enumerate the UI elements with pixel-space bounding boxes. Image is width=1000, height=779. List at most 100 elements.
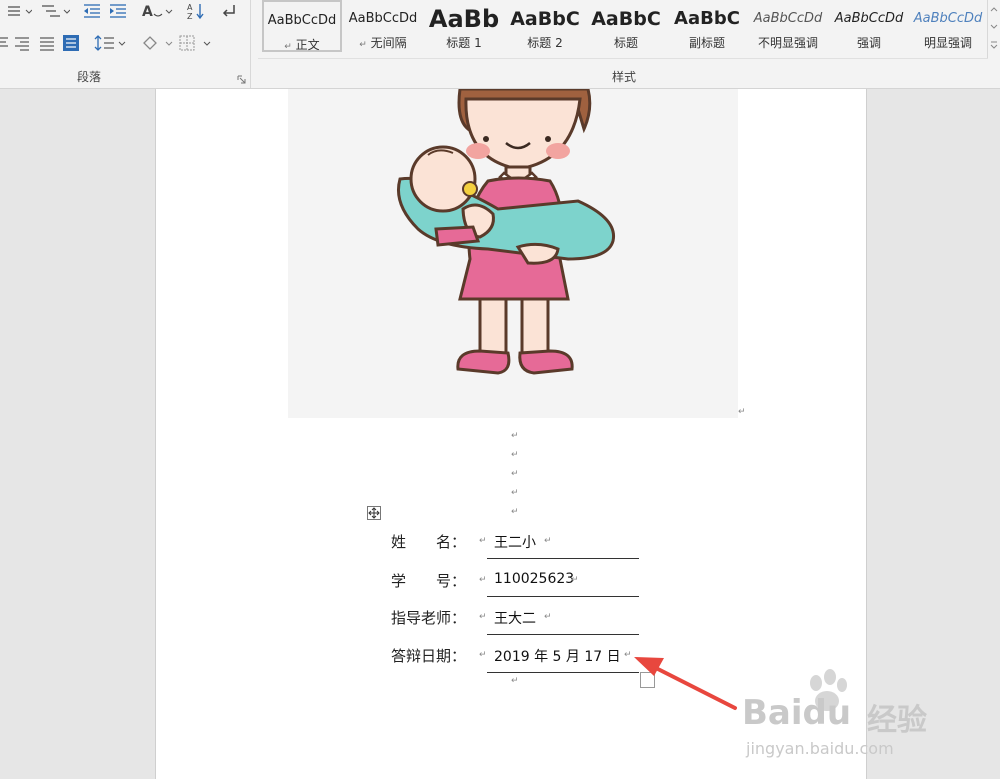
- shading-button[interactable]: [140, 33, 174, 53]
- cartoon-picture[interactable]: [288, 89, 738, 418]
- watermark-brand: Baidu: [742, 693, 852, 733]
- style-title[interactable]: AaBbC 标题: [586, 0, 666, 56]
- ribbon: A AZ 段落 AaBbCcDd ↵ 正文 AaBbCcDd ↵ 无间隔 AaB…: [0, 0, 1000, 89]
- cell-mark: ↵: [479, 536, 487, 546]
- cell-mark: ↵: [544, 536, 552, 546]
- name-label: 姓 名：: [391, 533, 467, 551]
- style-preview: AaBbCcDd: [267, 13, 337, 28]
- distributed-button[interactable]: [61, 33, 81, 53]
- more-styles-icon[interactable]: [988, 38, 1000, 52]
- style-name: ↵ 无间隔: [359, 36, 407, 50]
- sort-button[interactable]: AZ: [185, 1, 207, 21]
- style-preview: AaBbC: [674, 8, 740, 29]
- gallery-scroll[interactable]: [987, 0, 1000, 58]
- style-emphasis[interactable]: AaBbCcDd 强调: [829, 0, 909, 56]
- paragraph-group: A AZ 段落: [0, 0, 251, 88]
- decrease-indent-button[interactable]: [80, 1, 104, 21]
- underline: [487, 634, 639, 635]
- underline: [487, 596, 639, 597]
- advisor-value[interactable]: 王大二: [494, 608, 536, 628]
- align-center-button[interactable]: [12, 33, 32, 53]
- align-right-icon: [15, 37, 29, 51]
- style-name: 强调: [856, 36, 881, 50]
- style-name: 明显强调: [923, 36, 972, 50]
- style-intense-emphasis[interactable]: AaBbCcDd 明显强调: [908, 0, 988, 56]
- style-normal[interactable]: AaBbCcDd ↵ 正文: [262, 0, 342, 52]
- mother-baby-illustration: [397, 89, 616, 375]
- cell-mark: ↵: [571, 575, 579, 585]
- scroll-up-icon[interactable]: [988, 2, 1000, 16]
- style-preview: AaBbC: [591, 8, 661, 30]
- paragraph-mark: ↵: [511, 469, 519, 479]
- style-name: 标题: [613, 36, 638, 50]
- style-heading-2[interactable]: AaBbC 标题 2: [505, 0, 585, 56]
- style-preview: AaBbC: [510, 8, 580, 30]
- justify-button[interactable]: [37, 33, 57, 53]
- bullets-icon: [8, 6, 32, 16]
- paragraph-mark: ↵: [738, 407, 746, 417]
- cell-mark: ↵: [479, 575, 487, 585]
- scroll-down-icon[interactable]: [988, 20, 1000, 34]
- borders-button[interactable]: [178, 33, 214, 53]
- styles-group-label: 样式: [612, 70, 637, 84]
- style-name: 副标题: [688, 36, 725, 50]
- style-name: 标题 1: [446, 36, 482, 50]
- svg-text:A: A: [187, 3, 193, 12]
- watermark-url: jingyan.baidu.com: [746, 739, 894, 758]
- underline: [487, 672, 639, 673]
- chinese-layout-icon: A: [142, 4, 173, 20]
- line-spacing-icon: [94, 35, 126, 51]
- style-name: 不明显强调: [757, 36, 818, 50]
- align-left-button[interactable]: [0, 33, 10, 53]
- style-no-spacing[interactable]: AaBbCcDd ↵ 无间隔: [343, 0, 423, 56]
- advisor-label: 指导老师：: [391, 609, 467, 627]
- student-id-value[interactable]: 110025623: [494, 571, 574, 587]
- defense-date-value[interactable]: 2019 年 5 月 17 日: [494, 646, 621, 666]
- styles-gallery: AaBbCcDd ↵ 正文 AaBbCcDd ↵ 无间隔 AaBb 标题 1 A…: [258, 0, 988, 59]
- align-left-icon: [0, 37, 8, 47]
- style-preview: AaBbCcDd: [834, 11, 904, 26]
- style-subtle-emphasis[interactable]: AaBbCcDd 不明显强调: [748, 0, 828, 56]
- multilevel-list-icon: [42, 5, 70, 17]
- increase-indent-button[interactable]: [106, 1, 130, 21]
- borders-icon: [179, 35, 211, 51]
- table-resize-handle[interactable]: [640, 672, 655, 688]
- styles-group: AaBbCcDd ↵ 正文 AaBbCcDd ↵ 无间隔 AaBb 标题 1 A…: [258, 0, 1000, 88]
- style-preview: AaBbCcDd: [753, 11, 823, 26]
- cell-mark: ↵: [479, 612, 487, 622]
- multilevel-list-button[interactable]: [38, 1, 70, 21]
- paragraph-mark: ↵: [511, 676, 519, 686]
- dialog-launcher-icon[interactable]: [237, 75, 246, 84]
- show-marks-button[interactable]: [218, 1, 240, 21]
- distributed-icon: [63, 35, 79, 51]
- paragraph-mark: ↵: [511, 450, 519, 460]
- chinese-layout-button[interactable]: A: [140, 1, 174, 21]
- style-heading-1[interactable]: AaBb 标题 1: [424, 0, 504, 56]
- decrease-indent-icon: [84, 4, 100, 18]
- style-subtitle[interactable]: AaBbC 副标题: [667, 0, 747, 56]
- bullets-button[interactable]: [0, 1, 34, 21]
- paint-bucket-icon: [143, 36, 173, 50]
- defense-date-label: 答辩日期：: [391, 647, 467, 665]
- style-preview: AaBb: [428, 6, 500, 32]
- svg-text:Z: Z: [187, 12, 193, 20]
- style-preview: AaBbCcDd: [348, 11, 418, 26]
- sort-icon: AZ: [187, 3, 204, 20]
- table-move-handle[interactable]: [367, 506, 381, 520]
- svg-text:A: A: [142, 4, 153, 20]
- name-value[interactable]: 王二小: [494, 532, 536, 552]
- cell-mark: ↵: [479, 650, 487, 660]
- move-arrows-icon: [368, 507, 380, 519]
- student-id-label: 学 号：: [391, 572, 467, 590]
- justify-icon: [40, 37, 54, 51]
- style-preview: AaBbCcDd: [913, 11, 983, 26]
- line-spacing-button[interactable]: [94, 33, 128, 53]
- increase-indent-icon: [110, 4, 126, 18]
- paragraph-group-label: 段落: [77, 70, 102, 84]
- baidu-watermark: Baidu 经验 jingyan.baidu.com: [742, 665, 982, 765]
- watermark-brand-cn: 经验: [867, 703, 927, 738]
- paragraph-mark: ↵: [511, 488, 519, 498]
- underline: [487, 558, 639, 559]
- cell-mark: ↵: [544, 612, 552, 622]
- paragraph-mark: ↵: [511, 507, 519, 517]
